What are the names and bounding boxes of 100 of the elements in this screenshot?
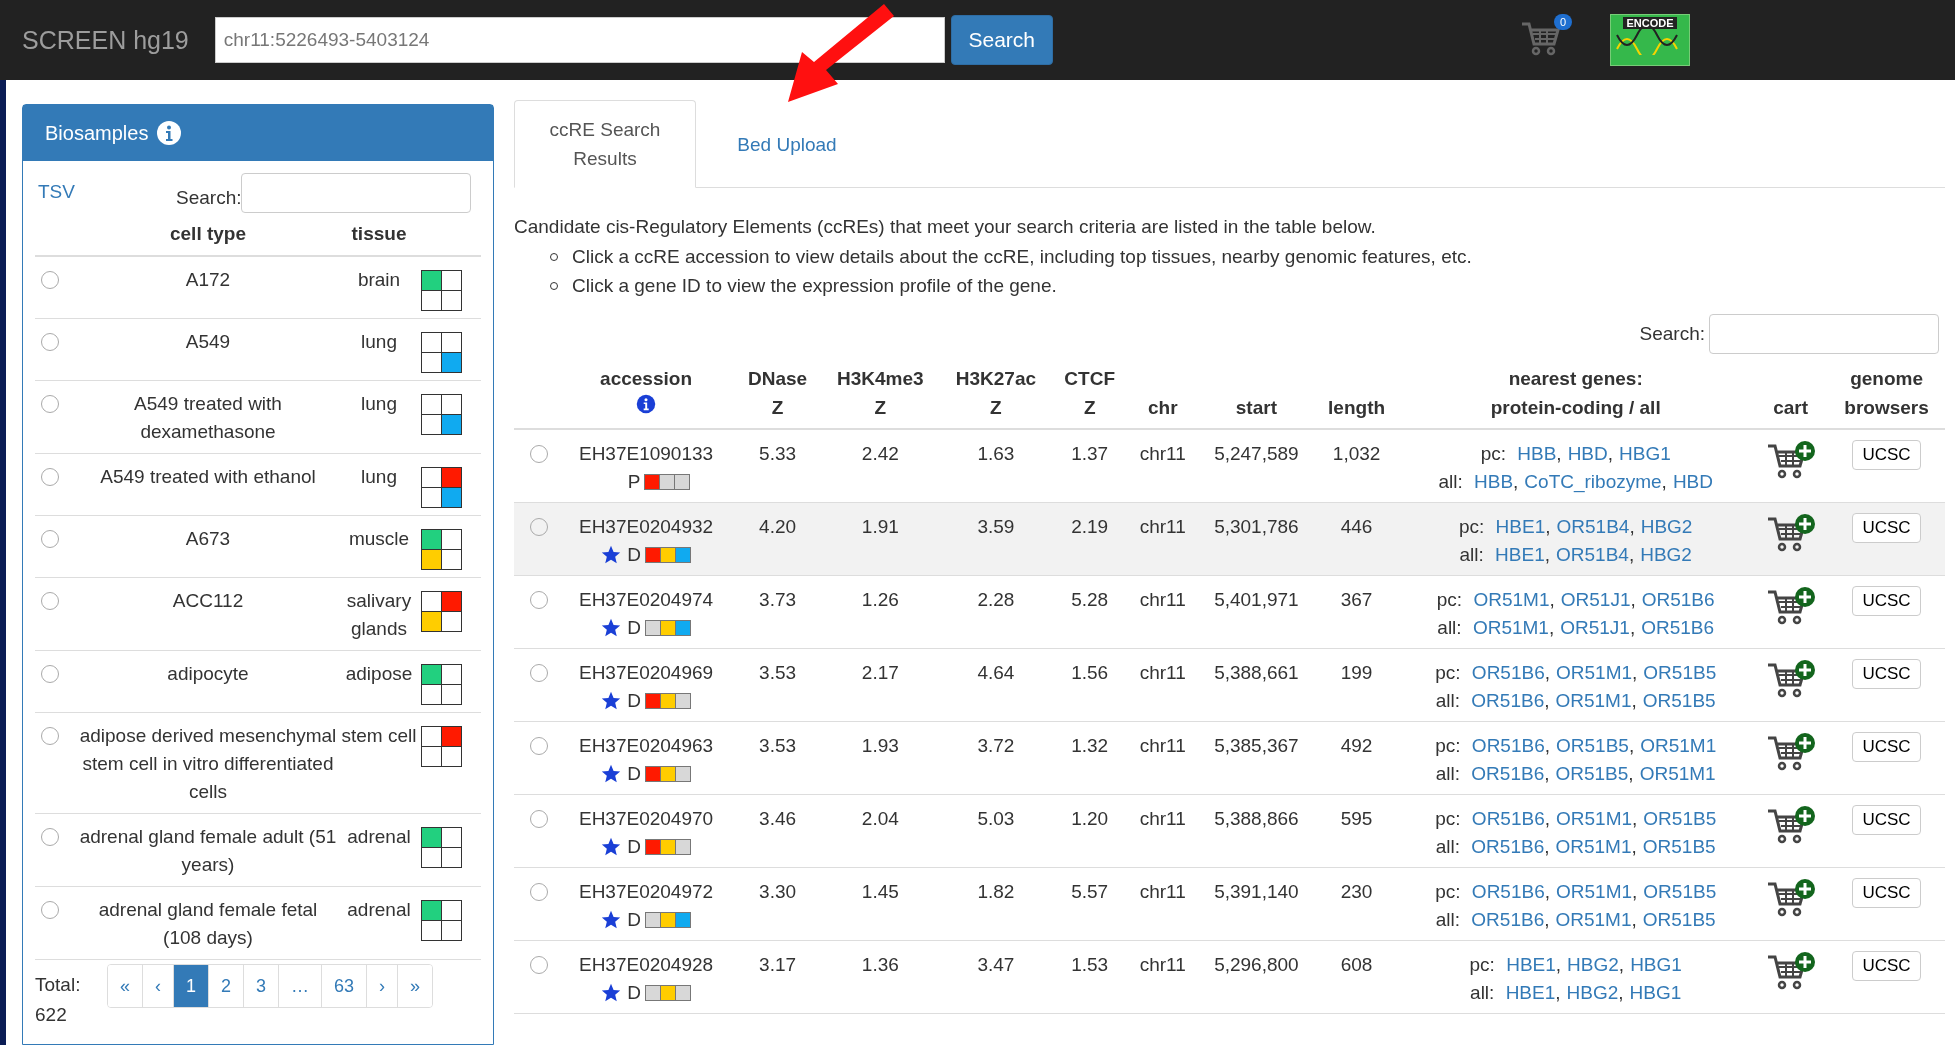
table-row[interactable]: EH37E0204974 D 3.73 1.26 2.28 5.28 chr11 5,401,971 367 pc: OR51M1, OR51J1, OR51B6 all: OR51M1, OR51J1, OR51B6 UCSC bbox=[514, 575, 1945, 649]
column-header[interactable]: H3K4me3 Z bbox=[820, 360, 941, 429]
page-button[interactable]: » bbox=[397, 965, 433, 1007]
gene-link[interactable]: OR51B5 bbox=[1642, 690, 1716, 711]
gene-link[interactable]: HBE1 bbox=[1495, 516, 1546, 537]
biosample-row[interactable]: adrenal gland female fetal (108 days) adrenal bbox=[35, 887, 481, 960]
table-row[interactable]: EH37E0204970 D 3.46 2.04 5.03 1.20 chr11 5,388,866 595 pc: OR51B6, OR51M1, OR51B5 all: OR51B6, OR51M1, OR51B5 UCSC bbox=[514, 794, 1945, 868]
table-row[interactable]: EH37E0204963 D 3.53 1.93 3.72 1.32 chr11 5,385,367 492 pc: OR51B6, OR51B5, OR51M1 all: OR51B6, OR51B5, OR51M1 UCSC bbox=[514, 721, 1945, 795]
gene-link[interactable]: HBB bbox=[1474, 471, 1514, 492]
gene-link[interactable]: HBG2 bbox=[1566, 982, 1619, 1003]
table-row[interactable]: EH37E0204972 D 3.30 1.45 1.82 5.57 chr11 5,391,140 230 pc: OR51B6, OR51M1, OR51B5 all: OR51B6, OR51M1, OR51B5 UCSC bbox=[514, 867, 1945, 941]
gene-link[interactable]: HBG2 bbox=[1567, 954, 1619, 975]
page-button[interactable]: 1 bbox=[173, 965, 209, 1007]
brand-title[interactable]: SCREEN hg19 bbox=[22, 25, 189, 55]
biosample-search-field[interactable] bbox=[241, 173, 472, 213]
column-header[interactable]: cell type bbox=[79, 223, 337, 245]
gene-link[interactable]: HBG1 bbox=[1630, 954, 1682, 975]
tsv-link[interactable]: TSV bbox=[35, 173, 176, 203]
gene-link[interactable]: OR51M1 bbox=[1555, 690, 1632, 711]
table-search-field[interactable] bbox=[1709, 314, 1939, 354]
gene-link[interactable]: OR51B6 bbox=[1471, 735, 1545, 756]
gene-link[interactable]: HBG2 bbox=[1640, 516, 1693, 537]
column-header[interactable]: H3K27ac Z bbox=[940, 360, 1052, 429]
ucsc-button[interactable]: UCSC bbox=[1852, 878, 1921, 908]
ucsc-button[interactable]: UCSC bbox=[1852, 951, 1921, 981]
ucsc-button[interactable]: UCSC bbox=[1852, 586, 1921, 616]
gene-link[interactable]: OR51B6 bbox=[1641, 617, 1715, 638]
biosample-row[interactable]: A549 treated with ethanol lung bbox=[35, 454, 481, 516]
table-row[interactable]: EH37E0204969 D 3.53 2.17 4.64 1.56 chr11 5,388,661 199 pc: OR51B6, OR51M1, OR51B5 all: OR51B6, OR51M1, OR51B5 UCSC bbox=[514, 648, 1945, 722]
biosample-row[interactable]: A673 muscle bbox=[35, 516, 481, 578]
gene-link[interactable]: OR51B5 bbox=[1556, 735, 1629, 756]
gene-link[interactable]: OR51M1 bbox=[1473, 589, 1550, 610]
gene-link[interactable]: OR51B5 bbox=[1643, 808, 1717, 829]
column-header[interactable]: length bbox=[1314, 360, 1399, 429]
info-icon[interactable] bbox=[636, 394, 657, 414]
gene-link[interactable]: OR51M1 bbox=[1640, 735, 1717, 756]
gene-link[interactable]: HBE1 bbox=[1505, 982, 1556, 1003]
gene-link[interactable]: OR51B5 bbox=[1555, 763, 1629, 784]
gene-link[interactable]: OR51B5 bbox=[1643, 881, 1717, 902]
biosample-row[interactable]: adipocyte adipose bbox=[35, 651, 481, 713]
tab[interactable]: ccRE Search Results bbox=[514, 100, 696, 188]
gene-link[interactable]: HBG1 bbox=[1629, 982, 1682, 1003]
ucsc-button[interactable]: UCSC bbox=[1852, 513, 1921, 543]
gene-link[interactable]: OR51M1 bbox=[1555, 836, 1632, 857]
gene-link[interactable]: OR51B4 bbox=[1556, 544, 1629, 565]
table-row[interactable]: EH37E0204928 D 3.17 1.36 3.47 1.53 chr11 5,296,800 608 pc: HBE1, HBG2, HBG1 all: HBE1, HBG2, HBG1 UCSC bbox=[514, 940, 1945, 1014]
gene-link[interactable]: OR51M1 bbox=[1556, 881, 1633, 902]
column-header[interactable]: tissue bbox=[337, 223, 421, 245]
ucsc-button[interactable]: UCSC bbox=[1852, 732, 1921, 762]
gene-link[interactable]: OR51M1 bbox=[1555, 909, 1632, 930]
search-field[interactable]: chr11:5226493-5403124 bbox=[214, 17, 945, 63]
column-header[interactable]: cart bbox=[1753, 360, 1829, 429]
column-header[interactable]: start bbox=[1197, 360, 1315, 429]
column-header[interactable]: DNase Z bbox=[734, 360, 821, 429]
table-row[interactable]: EH37E0204932 D 4.20 1.91 3.59 2.19 chr11 5,301,786 446 pc: HBE1, OR51B4, HBG2 all: HBE1, OR51B4, HBG2 UCSC bbox=[514, 502, 1945, 576]
gene-link[interactable]: OR51J1 bbox=[1560, 617, 1630, 638]
gene-link[interactable]: OR51B5 bbox=[1642, 909, 1716, 930]
gene-link[interactable]: OR51J1 bbox=[1560, 589, 1631, 610]
gene-link[interactable]: OR51B6 bbox=[1641, 589, 1715, 610]
gene-link[interactable]: OR51B6 bbox=[1471, 763, 1545, 784]
info-icon[interactable] bbox=[156, 120, 183, 146]
gene-link[interactable]: OR51B5 bbox=[1643, 662, 1717, 683]
biosample-row[interactable]: adipose derived mesenchymal stem cell in vitro differentiated cells stem cell bbox=[35, 713, 481, 814]
ucsc-button[interactable]: UCSC bbox=[1852, 659, 1921, 689]
gene-link[interactable]: CoTC_ribozyme bbox=[1524, 471, 1662, 492]
biosample-row[interactable]: A549 treated with dexamethasone lung bbox=[35, 381, 481, 454]
gene-link[interactable]: HBG2 bbox=[1640, 544, 1692, 565]
table-row[interactable]: EH37E1090133 P 5.33 2.42 1.63 1.37 chr11 5,247,589 1,032 pc: HBB, HBD, HBG1 all: HBB, CoTC_ribozyme, HBD UCSC bbox=[514, 429, 1945, 503]
gene-link[interactable]: HBE1 bbox=[1495, 544, 1545, 565]
biosample-row[interactable]: A172 brain bbox=[35, 257, 481, 319]
gene-link[interactable]: OR51M1 bbox=[1556, 662, 1633, 683]
gene-link[interactable]: OR51B6 bbox=[1471, 808, 1545, 829]
gene-link[interactable]: OR51B6 bbox=[1471, 690, 1545, 711]
gene-link[interactable]: HBD bbox=[1672, 471, 1713, 492]
gene-link[interactable]: OR51M1 bbox=[1639, 763, 1716, 784]
gene-link[interactable]: HBG1 bbox=[1619, 443, 1671, 464]
gene-link[interactable]: OR51B6 bbox=[1471, 881, 1545, 902]
gene-link[interactable]: OR51B6 bbox=[1471, 909, 1545, 930]
gene-link[interactable]: HBB bbox=[1517, 443, 1557, 464]
gene-link[interactable]: OR51M1 bbox=[1472, 617, 1549, 638]
biosample-row[interactable]: ACC112 salivary glands bbox=[35, 578, 481, 651]
gene-link[interactable]: OR51M1 bbox=[1556, 808, 1633, 829]
biosample-row[interactable]: adrenal gland female adult (51 years) adrenal bbox=[35, 814, 481, 887]
gene-link[interactable]: OR51B4 bbox=[1556, 516, 1630, 537]
gene-link[interactable]: HBD bbox=[1567, 443, 1608, 464]
tab[interactable]: Bed Upload bbox=[696, 100, 878, 188]
ucsc-button[interactable]: UCSC bbox=[1852, 440, 1921, 470]
gene-link[interactable]: HBE1 bbox=[1506, 954, 1556, 975]
gene-link[interactable]: OR51B6 bbox=[1471, 662, 1545, 683]
column-header[interactable]: genome browsers bbox=[1828, 360, 1945, 429]
encode-logo[interactable]: ENCODE bbox=[1610, 14, 1690, 66]
search-button[interactable]: Search bbox=[950, 15, 1053, 65]
ucsc-button[interactable]: UCSC bbox=[1852, 805, 1921, 835]
gene-link[interactable]: OR51B5 bbox=[1642, 836, 1716, 857]
column-header[interactable]: CTCF Z bbox=[1051, 360, 1128, 429]
column-header[interactable]: chr bbox=[1127, 360, 1198, 429]
biosample-row[interactable]: A549 lung bbox=[35, 319, 481, 381]
column-header[interactable]: accession bbox=[557, 360, 735, 429]
gene-link[interactable]: OR51B6 bbox=[1471, 836, 1545, 857]
column-header[interactable]: nearest genes: protein-coding / all bbox=[1398, 360, 1754, 429]
